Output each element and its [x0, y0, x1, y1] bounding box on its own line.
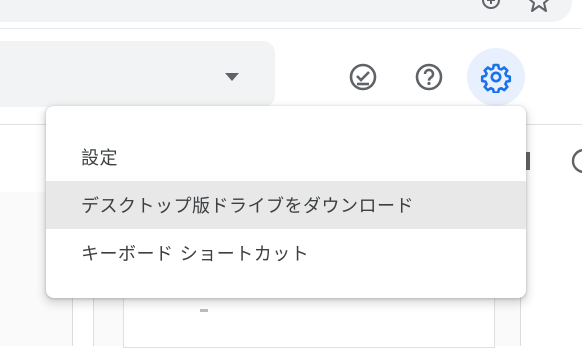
- menu-item-label: 設定: [81, 148, 118, 169]
- menu-item-settings[interactable]: 設定: [46, 133, 526, 181]
- menu-item-label: デスクトップ版ドライブをダウンロード: [81, 196, 414, 217]
- browser-toolbar: [0, 0, 582, 29]
- menu-item-label: キーボード ショートカット: [81, 244, 310, 265]
- details-info-icon[interactable]: [570, 148, 582, 174]
- search-options-chevron-down-icon[interactable]: [222, 70, 242, 84]
- file-thumbnail: [153, 295, 245, 316]
- settings-menu: 設定 デスクトップ版ドライブをダウンロード キーボード ショートカット: [46, 106, 526, 298]
- menu-item-keyboard-shortcuts[interactable]: キーボード ショートカット: [46, 229, 526, 277]
- offline-check-icon[interactable]: [342, 56, 384, 98]
- star-icon[interactable]: [528, 0, 550, 16]
- menu-item-download-desktop-drive[interactable]: デスクトップ版ドライブをダウンロード: [46, 181, 526, 229]
- settings-gear-icon[interactable]: [467, 48, 525, 106]
- zoom-in-icon[interactable]: [480, 0, 502, 16]
- help-icon[interactable]: [408, 56, 450, 98]
- thumbnail-mark: [200, 309, 208, 312]
